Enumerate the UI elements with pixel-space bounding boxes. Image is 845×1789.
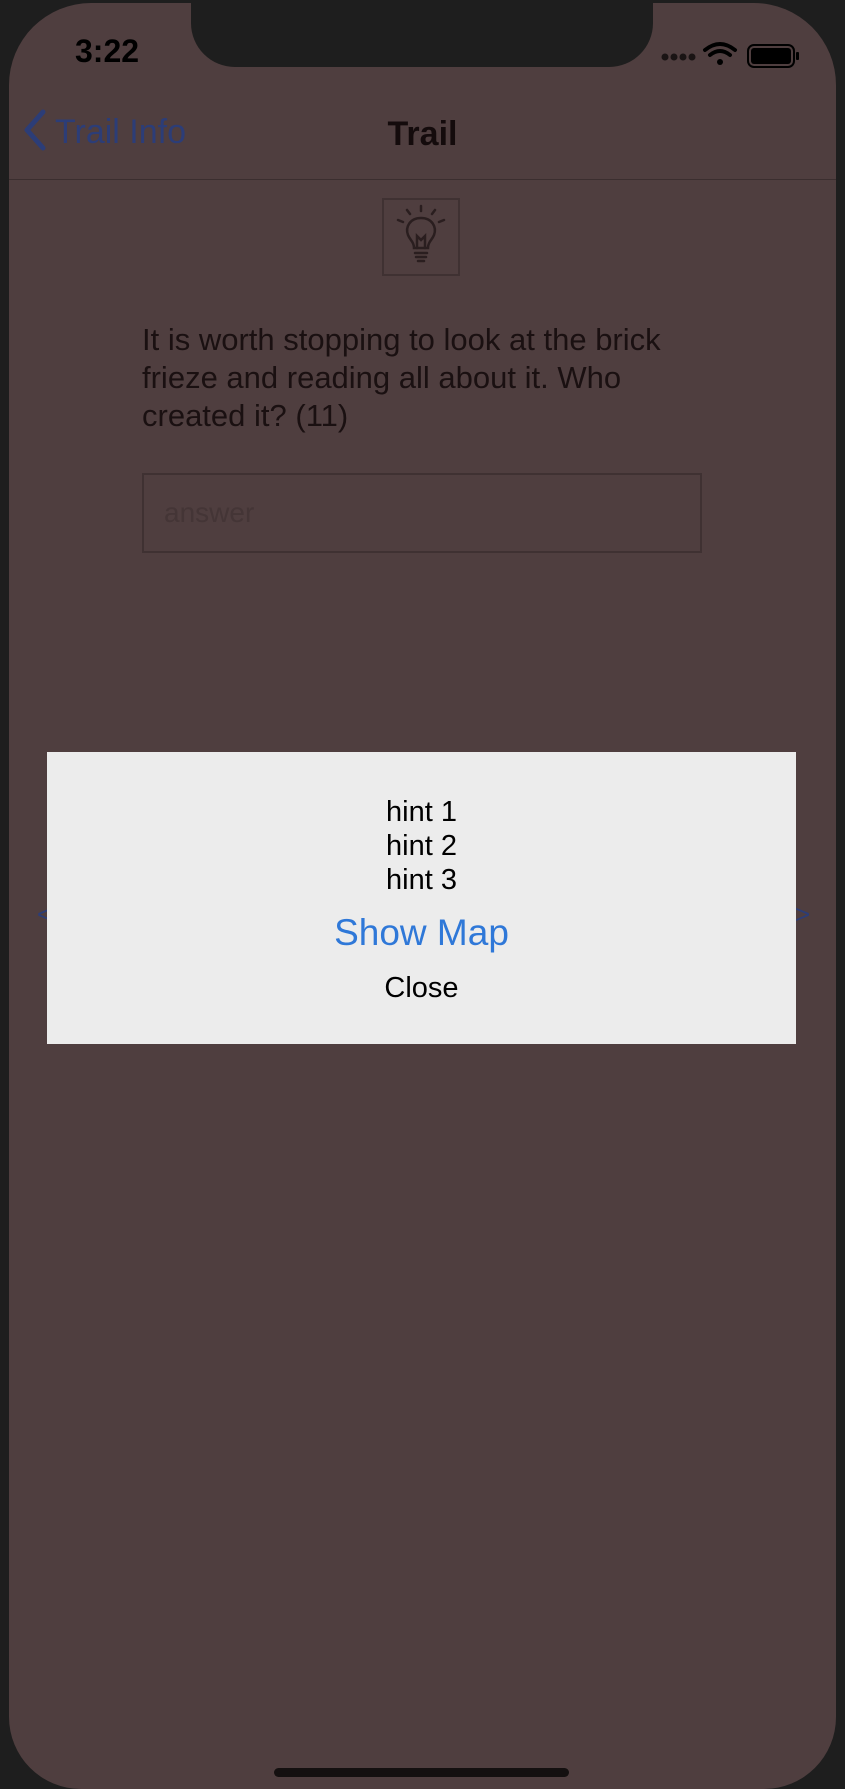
lightbulb-icon[interactable]	[382, 198, 460, 276]
device-notch	[191, 3, 653, 67]
close-button[interactable]: Close	[47, 972, 796, 1005]
status-icons	[661, 39, 811, 69]
hint-item: hint 1	[386, 796, 457, 828]
hint-item: hint 3	[386, 864, 457, 896]
next-arrow[interactable]: >	[795, 899, 810, 930]
question-text: It is worth stopping to look at the bric…	[142, 322, 661, 433]
navigation-bar: Trail Info Trail	[9, 79, 836, 180]
battery-icon	[747, 44, 799, 68]
answer-input[interactable]	[142, 473, 702, 553]
home-indicator[interactable]	[274, 1768, 569, 1777]
signal-dots-icon	[661, 53, 696, 61]
wifi-icon	[703, 42, 737, 65]
hint-dialog: hint 1 hint 2 hint 3 Show Map Close	[47, 752, 796, 1044]
status-time: 3:22	[75, 33, 140, 69]
page-title: Trail	[387, 115, 458, 153]
hint-list: hint 1 hint 2 hint 3	[47, 795, 796, 897]
hint-item: hint 2	[386, 830, 457, 862]
phone-screen: 3:22 Trail Info Trail It is worth stoppi…	[9, 3, 836, 1789]
show-map-button[interactable]: Show Map	[47, 912, 796, 954]
